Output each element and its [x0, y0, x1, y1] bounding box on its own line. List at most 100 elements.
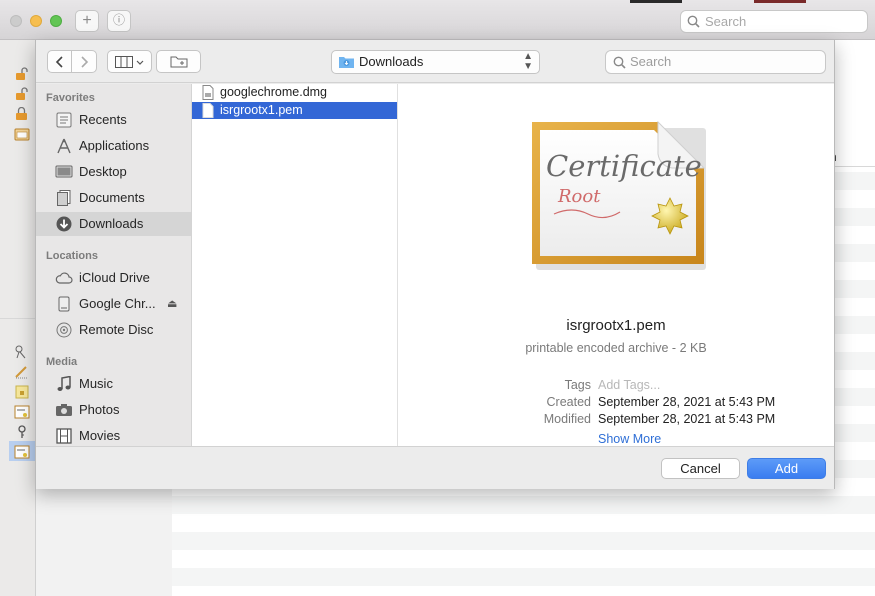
file-name: googlechrome.dmg [220, 85, 328, 99]
bg-info-button[interactable]: ⓘ [107, 10, 131, 32]
bg-search-field[interactable]: Search [680, 10, 868, 33]
sidebar-item-documents[interactable]: Documents [36, 186, 191, 210]
certificate-icon: Certificate Root [532, 120, 706, 270]
view-mode-button[interactable] [107, 50, 152, 73]
sidebar-item-recents[interactable]: Recents [36, 108, 191, 132]
downloads-folder-icon [339, 57, 354, 68]
eject-icon[interactable]: ⏏ [167, 292, 177, 316]
file-row-googlechrome-dmg[interactable]: googlechrome.dmg [192, 84, 397, 101]
applications-icon [57, 138, 71, 154]
preview-file-name: isrgrootx1.pem [566, 317, 666, 334]
updown-chevron-icon: ▲ ▼ [523, 51, 533, 72]
sidebar-item-label: Desktop [79, 164, 127, 179]
created-value: September 28, 2021 at 5:43 PM [598, 395, 776, 409]
sidebar-item-google-chrome[interactable]: Google Chr... ⏏ [36, 292, 191, 316]
certificate-icon[interactable] [14, 405, 30, 419]
created-label: Created [546, 395, 591, 409]
sidebar-item-label: Photos [79, 402, 120, 417]
sheet-footer: Cancel Add [36, 446, 834, 489]
unlocked-padlock-icon[interactable] [14, 87, 30, 101]
window-close-button[interactable] [10, 15, 22, 27]
certificate-icon-title: Certificate [546, 149, 702, 183]
location-popup[interactable]: Downloads ▲ ▼ [331, 50, 540, 74]
sidebar-item-music[interactable]: Music [36, 372, 191, 396]
cancel-button[interactable]: Cancel [661, 458, 740, 479]
bg-row[interactable] [172, 532, 875, 550]
search-icon [613, 56, 626, 69]
sidebar-item-desktop[interactable]: Desktop [36, 160, 191, 184]
clock-icon [56, 112, 72, 128]
chevron-down-icon [136, 60, 144, 65]
sidebar-item-movies[interactable]: Movies [36, 424, 191, 446]
disc-icon [56, 322, 72, 338]
search-placeholder: Search [630, 54, 672, 69]
locked-padlock-icon[interactable] [14, 107, 30, 121]
music-note-icon [57, 376, 71, 391]
new-folder-icon [170, 56, 187, 68]
disk-image-file-icon [202, 85, 214, 100]
bg-row[interactable] [172, 568, 875, 586]
tags-input[interactable]: Add Tags... [598, 378, 660, 392]
sidebar-item-label: Movies [79, 428, 121, 443]
unlocked-padlock-icon[interactable] [14, 67, 30, 81]
certificate-icon[interactable] [14, 445, 30, 459]
column-view-icon [114, 56, 133, 68]
bg-search-placeholder: Search [705, 14, 747, 29]
window-minimize-button[interactable] [30, 15, 42, 27]
tags-label: Tags [564, 378, 591, 392]
window-zoom-button[interactable] [50, 15, 62, 27]
chevron-right-icon [81, 56, 89, 68]
modified-value: September 28, 2021 at 5:43 PM [598, 412, 776, 426]
sidebar-item-downloads[interactable]: Downloads [36, 212, 191, 236]
key-pair-icon[interactable] [14, 345, 30, 359]
sheet-toolbar: Downloads ▲ ▼ Search [36, 40, 834, 83]
open-file-sheet: Downloads ▲ ▼ Search Favorites Recents Ap… [35, 40, 835, 489]
sidebar-item-label: Music [79, 376, 113, 391]
document-icon [57, 190, 71, 206]
modified-label: Modified [543, 412, 591, 426]
new-folder-button[interactable] [156, 50, 201, 73]
keychain-folder-icon[interactable] [14, 127, 30, 141]
sidebar-item-label: Downloads [79, 216, 144, 231]
search-input[interactable]: Search [605, 50, 826, 74]
show-more-link[interactable]: Show More [598, 432, 661, 446]
desktop-icon [55, 165, 73, 178]
note-pencil-icon[interactable] [14, 365, 30, 379]
info-icon: ⓘ [112, 13, 125, 27]
download-icon [56, 216, 72, 232]
secure-note-icon[interactable] [14, 385, 30, 399]
forward-button[interactable] [71, 50, 97, 73]
sidebar-item-remote-disc[interactable]: Remote Disc [36, 318, 191, 342]
film-icon [56, 428, 72, 444]
sidebar-item-label: Recents [79, 112, 127, 127]
plus-icon: + [82, 12, 92, 29]
location-label: Downloads [359, 54, 424, 69]
sidebar-item-label: Documents [79, 190, 145, 205]
background-titlebar: + ⓘ Search [0, 0, 875, 40]
bg-add-button[interactable]: + [75, 10, 99, 32]
file-row-isrgrootx1-pem[interactable]: isrgrootx1.pem [192, 102, 397, 119]
cloud-icon [55, 272, 73, 284]
add-button[interactable]: Add [747, 458, 826, 479]
sidebar: Favorites Recents Applications Desktop D… [36, 84, 192, 446]
sidebar-item-label: Applications [79, 138, 150, 153]
preview-pane: Certificate Root isrgrootx1.pem printabl… [398, 84, 834, 446]
sidebar-item-icloud-drive[interactable]: iCloud Drive [36, 266, 191, 290]
sidebar-item-applications[interactable]: Applications [36, 134, 191, 158]
certificate-icon-subtitle: Root [557, 186, 601, 207]
bg-toolbar-fragment [630, 0, 682, 3]
media-heading: Media [46, 356, 78, 368]
preview-file-kind: printable encoded archive - 2 KB [525, 341, 707, 355]
sidebar-item-label: Remote Disc [79, 322, 154, 337]
sidebar-item-photos[interactable]: Photos [36, 398, 191, 422]
back-button[interactable] [47, 50, 72, 73]
search-icon [687, 15, 700, 28]
key-icon[interactable] [14, 425, 30, 439]
chevron-left-icon [55, 56, 63, 68]
file-name: isrgrootx1.pem [220, 103, 303, 117]
file-browser-column[interactable]: googlechrome.dmg isrgrootx1.pem [192, 84, 398, 446]
camera-icon [56, 404, 72, 416]
locations-heading: Locations [46, 250, 98, 262]
bg-row[interactable] [172, 496, 875, 514]
sidebar-item-label: Google Chr... [79, 296, 156, 311]
